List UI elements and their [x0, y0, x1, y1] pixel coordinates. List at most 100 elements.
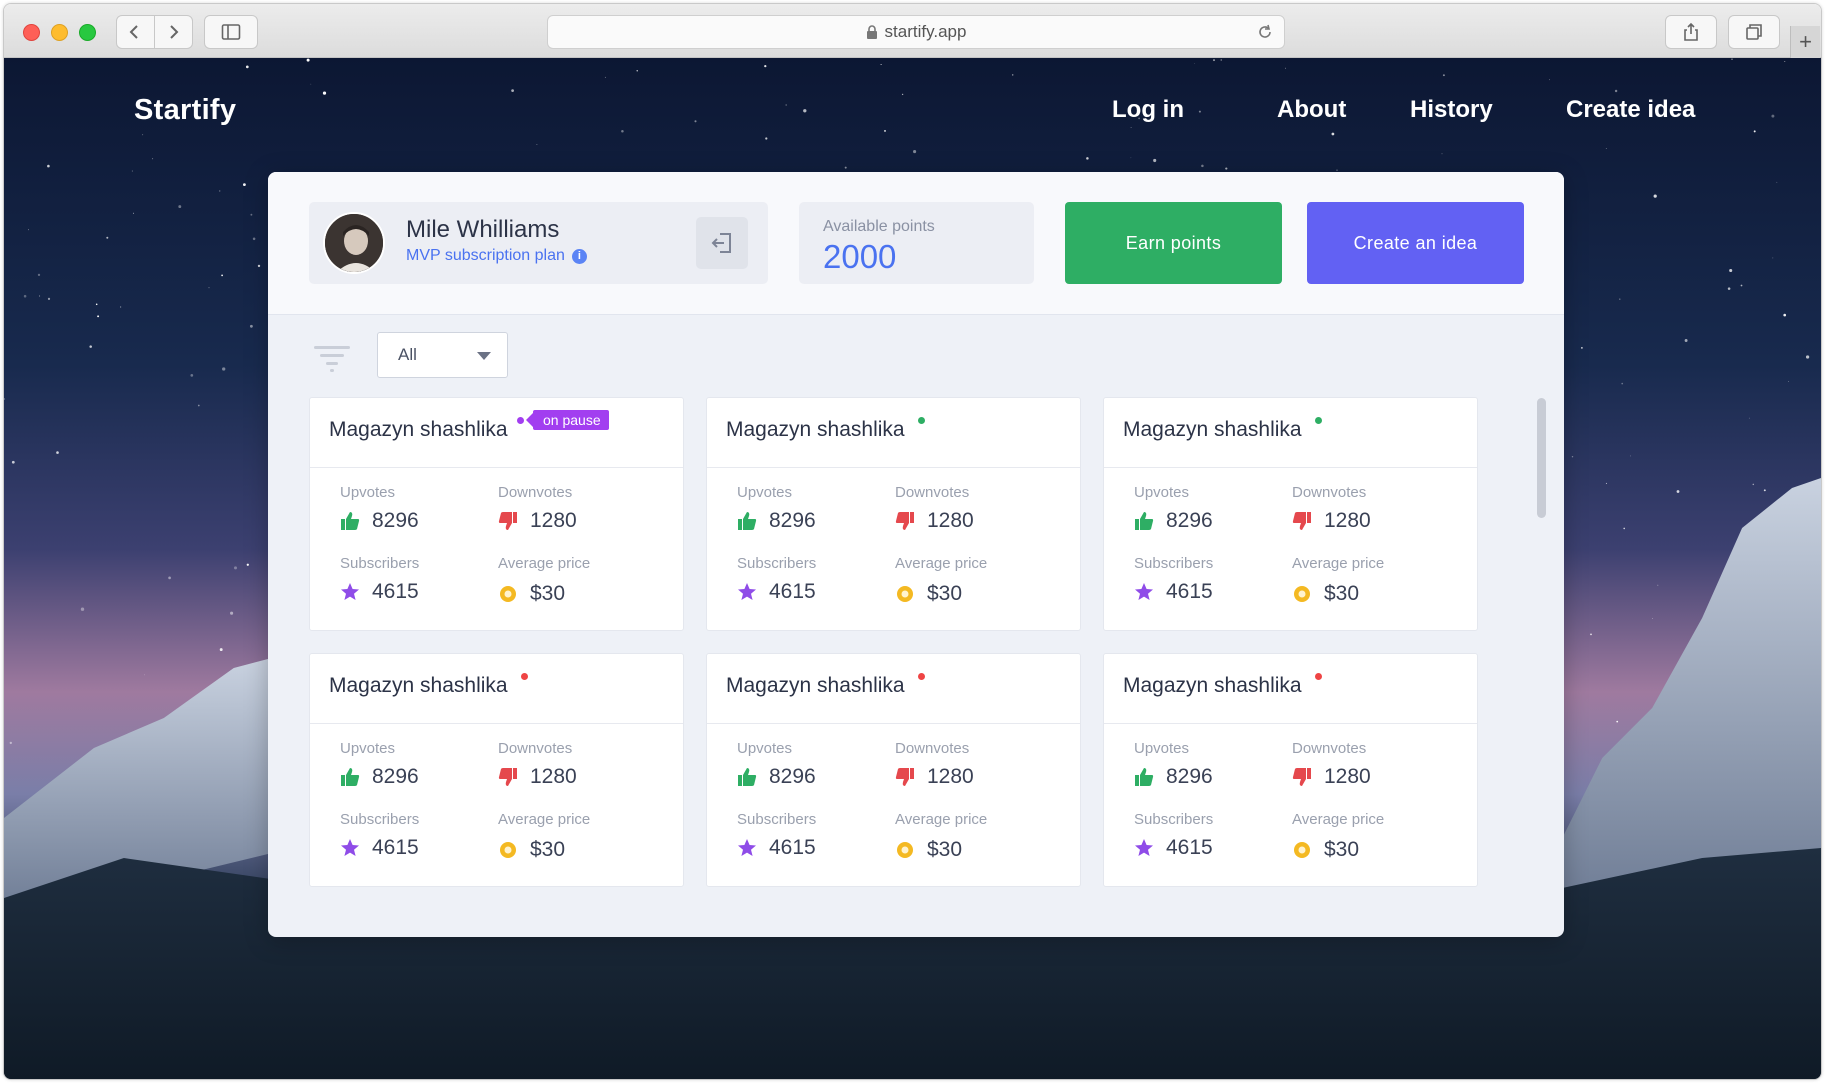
new-tab-button[interactable]: + [1790, 26, 1820, 58]
stat-value: 8296 [372, 509, 419, 532]
caret-down-icon [477, 352, 491, 360]
status-filter-select[interactable]: All [377, 332, 508, 378]
stat-value: $30 [530, 838, 566, 861]
profile-card: Mile Whilliams MVP subscription plan i [309, 202, 768, 284]
card-title: Magazyn shashlika [329, 674, 508, 697]
share-button[interactable] [1665, 15, 1717, 49]
idea-card[interactable]: Magazyn shashlika Upvotes 8296 Downvotes… [1103, 397, 1478, 631]
idea-card[interactable]: Magazyn shashlika Upvotes 8296 Downvotes… [309, 653, 684, 887]
stat-label: Upvotes [1134, 740, 1190, 757]
average-price-stat: Average price $30 [895, 555, 987, 606]
stat-value: 1280 [927, 765, 974, 788]
stat-value: $30 [927, 838, 963, 861]
logout-button[interactable] [696, 217, 748, 269]
info-icon[interactable]: i [571, 248, 587, 264]
card-header: Magazyn shashlika [707, 654, 1080, 724]
idea-card[interactable]: Magazyn shashlika Upvotes 8296 Downvotes… [706, 397, 1081, 631]
card-header: Magazyn shashlika on pause [310, 398, 683, 468]
thumbs-down-icon [1292, 511, 1312, 531]
minimize-window-button[interactable] [51, 24, 68, 41]
stat-value: $30 [530, 582, 566, 605]
stat-label: Average price [895, 811, 988, 828]
close-window-button[interactable] [23, 24, 40, 41]
coin-icon [895, 584, 915, 604]
plus-icon: + [1799, 29, 1812, 54]
sidebar-toggle-button[interactable] [204, 15, 258, 49]
star-icon [1134, 582, 1154, 602]
status-dot [918, 417, 925, 424]
stat-label: Downvotes [895, 484, 970, 501]
status-badge: on pause [526, 410, 609, 430]
thumbs-up-icon [737, 767, 757, 787]
card-header: Magazyn shashlika [1104, 654, 1477, 724]
create-idea-button[interactable]: Create an idea [1307, 202, 1524, 284]
earn-points-button[interactable]: Earn points [1065, 202, 1282, 284]
coin-icon [1292, 840, 1312, 860]
page-viewport: Startify Log in About History Create ide… [4, 58, 1821, 1079]
stat-value: 1280 [530, 765, 577, 788]
url-text: startify.app [884, 22, 967, 41]
thumbs-down-icon [1292, 767, 1312, 787]
stat-label: Average price [895, 555, 988, 572]
upvotes-stat: Upvotes 8296 [737, 740, 816, 789]
thumbs-up-icon [340, 511, 360, 531]
logout-icon [711, 233, 731, 253]
stat-value: 4615 [1166, 580, 1213, 603]
downvotes-stat: Downvotes 1280 [895, 740, 974, 789]
average-price-stat: Average price $30 [498, 555, 590, 606]
idea-card[interactable]: Magazyn shashlika Upvotes 8296 Downvotes… [1103, 653, 1478, 887]
idea-card[interactable]: Magazyn shashlika Upvotes 8296 Downvotes… [706, 653, 1081, 887]
nav-history[interactable]: History [1410, 96, 1493, 124]
back-button[interactable] [117, 16, 155, 48]
brand-logo[interactable]: Startify [134, 94, 236, 127]
status-dot [521, 673, 528, 680]
star-icon [737, 838, 757, 858]
nav-create-idea[interactable]: Create idea [1566, 96, 1695, 124]
nav-log-in[interactable]: Log in [1112, 96, 1184, 124]
stat-value: 1280 [927, 509, 974, 532]
subscription-plan-link[interactable]: MVP subscription plan i [406, 247, 587, 265]
upvotes-stat: Upvotes 8296 [1134, 484, 1213, 533]
dashboard-header: Mile Whilliams MVP subscription plan i A… [268, 172, 1564, 315]
average-price-stat: Average price $30 [498, 811, 590, 862]
stat-value: $30 [1324, 582, 1360, 605]
card-title: Magazyn shashlika [1123, 418, 1302, 441]
tab-overview-button[interactable] [1728, 15, 1780, 49]
stat-label: Average price [1292, 555, 1385, 572]
idea-card[interactable]: Magazyn shashlika on pause Upvotes 8296 … [309, 397, 684, 631]
stat-label: Average price [1292, 811, 1385, 828]
star-icon [340, 838, 360, 858]
card-title: Magazyn shashlika [1123, 674, 1302, 697]
stat-label: Average price [498, 811, 591, 828]
stat-label: Subscribers [737, 555, 817, 572]
address-bar[interactable]: startify.app [547, 15, 1285, 49]
nav-about[interactable]: About [1277, 96, 1346, 124]
coin-icon [895, 840, 915, 860]
zoom-window-button[interactable] [79, 24, 96, 41]
stat-value: $30 [1324, 838, 1360, 861]
stat-label: Average price [498, 555, 591, 572]
star-icon [737, 582, 757, 602]
stat-value: 4615 [1166, 836, 1213, 859]
status-dot [1315, 417, 1322, 424]
coin-icon [498, 584, 518, 604]
card-title: Magazyn shashlika [726, 674, 905, 697]
forward-button[interactable] [155, 16, 193, 48]
average-price-stat: Average price $30 [1292, 811, 1384, 862]
stat-value: 4615 [372, 580, 419, 603]
stat-value: 4615 [769, 580, 816, 603]
stat-value: 8296 [372, 765, 419, 788]
status-dot [1315, 673, 1322, 680]
points-card: Available points 2000 [799, 202, 1034, 284]
card-header: Magazyn shashlika [1104, 398, 1477, 468]
avatar[interactable] [323, 212, 385, 274]
chevron-right-icon [170, 25, 179, 39]
stat-label: Upvotes [1134, 484, 1190, 501]
stat-label: Downvotes [1292, 484, 1367, 501]
card-title: Magazyn shashlika [329, 418, 508, 441]
reload-icon[interactable] [1256, 23, 1274, 41]
thumbs-up-icon [1134, 511, 1154, 531]
scrollbar-thumb[interactable] [1537, 398, 1546, 518]
coin-icon [1292, 584, 1312, 604]
filter-icon[interactable] [314, 346, 350, 372]
